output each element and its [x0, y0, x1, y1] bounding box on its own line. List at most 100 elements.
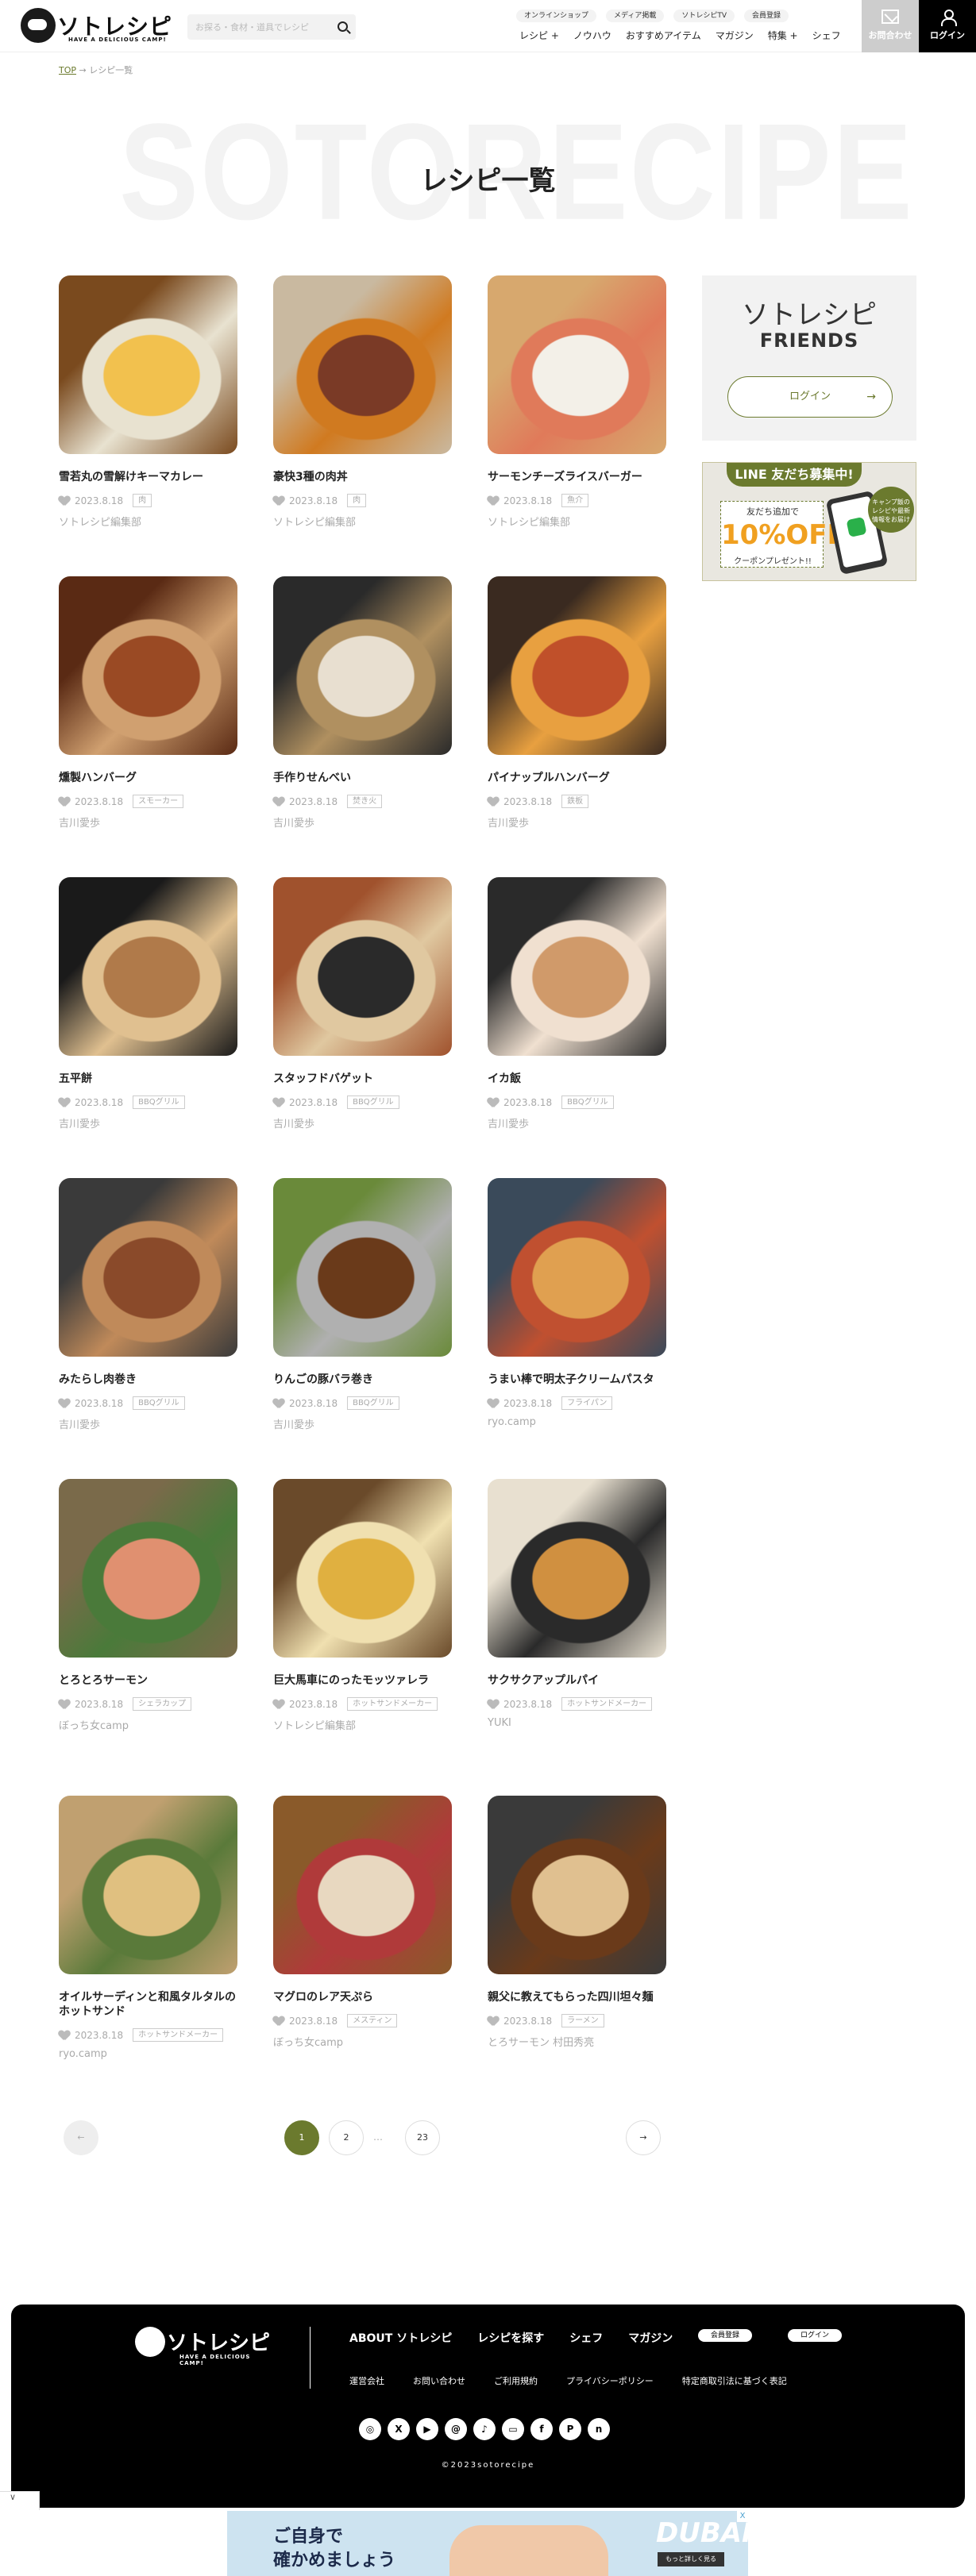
recipe-title[interactable]: パイナップルハンバーグ	[488, 771, 666, 785]
recipe-image[interactable]	[488, 576, 666, 755]
top-link-online-shop[interactable]: オンラインショップ	[516, 10, 597, 22]
recipe-tag[interactable]: BBQグリル	[347, 1095, 399, 1109]
heart-icon[interactable]	[273, 797, 284, 807]
recipe-card[interactable]: 手作りせんべい 2023.8.18 焚き火 吉川愛歩	[273, 576, 452, 830]
recipe-image[interactable]	[488, 275, 666, 454]
pinterest-icon[interactable]: P	[559, 2418, 581, 2440]
heart-icon[interactable]	[273, 1399, 284, 1408]
footer-register-button[interactable]: 会員登録	[698, 2329, 753, 2342]
heart-icon[interactable]	[59, 496, 70, 506]
recipe-title[interactable]: うまい棒で明太子クリームパスタ	[488, 1373, 666, 1387]
recipe-author[interactable]: YUKI	[488, 1717, 666, 1729]
recipe-card[interactable]: 巨大馬車にのったモッツァレラ 2023.8.18 ホットサンドメーカー ソトレシピ編集…	[273, 1479, 452, 1732]
recipe-card[interactable]: パイナップルハンバーグ 2023.8.18 鉄板 吉川愛歩	[488, 576, 666, 830]
recipe-image[interactable]	[273, 1479, 452, 1658]
heart-icon[interactable]	[59, 1098, 70, 1107]
recipe-card[interactable]: スタッフドバゲット 2023.8.18 BBQグリル 吉川愛歩	[273, 877, 452, 1130]
recipe-image[interactable]	[488, 1178, 666, 1357]
recipe-tag[interactable]: フライパン	[561, 1396, 613, 1410]
recipe-title[interactable]: りんごの豚バラ巻き	[273, 1373, 452, 1387]
heart-icon[interactable]	[273, 1700, 284, 1709]
line-banner[interactable]: LINE 友だち募集中! 友だち追加で 10%OFF クーポンプレゼント!! キ…	[702, 462, 916, 581]
search-icon[interactable]	[338, 21, 348, 32]
footer-link-company[interactable]: 運営会社	[349, 2374, 384, 2387]
recipe-author[interactable]: ryo.camp	[488, 1416, 666, 1428]
footer-link-about[interactable]: ABOUT ソトレシピ	[349, 2330, 452, 2346]
footer-logo[interactable]: ソトレシピ HAVE A DELICIOUS CAMP!	[135, 2327, 270, 2366]
recipe-image[interactable]	[273, 1178, 452, 1357]
recipe-title[interactable]: サクサクアップルパイ	[488, 1673, 666, 1688]
footer-link-chef[interactable]: シェフ	[569, 2330, 603, 2346]
top-link-register[interactable]: 会員登録	[744, 10, 789, 22]
recipe-tag[interactable]: 肉	[133, 494, 152, 507]
recipe-author[interactable]: ぼっち女camp	[273, 2034, 452, 2049]
recipe-image[interactable]	[273, 275, 452, 454]
contact-button[interactable]: お問合わせ	[862, 0, 919, 52]
recipe-title[interactable]: スタッフドバゲット	[273, 1072, 452, 1086]
recipe-author[interactable]: ryo.camp	[59, 2048, 237, 2060]
recipe-tag[interactable]: 魚介	[561, 494, 589, 507]
heart-icon[interactable]	[488, 496, 499, 506]
recipe-image[interactable]	[59, 275, 237, 454]
recipe-card[interactable]: みたらし肉巻き 2023.8.18 BBQグリル 吉川愛歩	[59, 1178, 237, 1431]
recipe-card[interactable]: 燻製ハンバーグ 2023.8.18 スモーカー 吉川愛歩	[59, 576, 237, 830]
recipe-card[interactable]: 雪若丸の雪解けキーマカレー 2023.8.18 肉ソトレシピ編集部	[59, 275, 237, 529]
recipe-author[interactable]: ソトレシピ編集部	[59, 514, 237, 529]
heart-icon[interactable]	[59, 1700, 70, 1709]
recipe-title[interactable]: 手作りせんべい	[273, 771, 452, 785]
recipe-tag[interactable]: 焚き火	[347, 795, 383, 808]
youtube-icon[interactable]: ▶	[416, 2418, 438, 2440]
recipe-card[interactable]: イカ飯 2023.8.18 BBQグリル 吉川愛歩	[488, 877, 666, 1130]
site-logo[interactable]: ソトレシピ HAVE A DELICIOUS CAMP!	[21, 8, 179, 44]
recipe-author[interactable]: 吉川愛歩	[488, 814, 666, 830]
next-page-button[interactable]: →	[626, 2120, 661, 2155]
recipe-title[interactable]: マグロのレア天ぷら	[273, 1990, 452, 2004]
line-icon[interactable]: ▭	[502, 2418, 524, 2440]
nav-magazine[interactable]: マガジン	[716, 29, 754, 42]
heart-icon[interactable]	[59, 1399, 70, 1408]
login-button[interactable]: ログイン	[919, 0, 976, 52]
recipe-author[interactable]: ソトレシピ編集部	[488, 514, 666, 529]
recipe-title[interactable]: とろとろサーモン	[59, 1673, 237, 1688]
nav-items[interactable]: おすすめアイテム	[626, 29, 701, 42]
recipe-card[interactable]: 豪快3種の肉丼 2023.8.18 肉ソトレシピ編集部	[273, 275, 452, 529]
recipe-title[interactable]: みたらし肉巻き	[59, 1373, 237, 1387]
footer-link-contact[interactable]: お問い合わせ	[413, 2374, 465, 2387]
recipe-tag[interactable]: BBQグリル	[561, 1095, 614, 1109]
breadcrumb-home[interactable]: TOP	[59, 65, 76, 75]
recipe-author[interactable]: ソトレシピ編集部	[273, 514, 452, 529]
recipe-tag[interactable]: BBQグリル	[133, 1095, 185, 1109]
tiktok-icon[interactable]: ♪	[473, 2418, 496, 2440]
recipe-title[interactable]: 巨大馬車にのったモッツァレラ	[273, 1673, 452, 1688]
nav-knowhow[interactable]: ノウハウ	[573, 29, 611, 42]
recipe-title[interactable]: 五平餅	[59, 1072, 237, 1086]
recipe-title[interactable]: 豪快3種の肉丼	[273, 470, 452, 484]
recipe-author[interactable]: ソトレシピ編集部	[273, 1717, 452, 1732]
heart-icon[interactable]	[273, 2016, 284, 2026]
recipe-tag[interactable]: ホットサンドメーカー	[133, 2028, 224, 2042]
recipe-card[interactable]: オイルサーディンと和風タルタルのホットサンド 2023.8.18 ホットサンドメーカ…	[59, 1796, 237, 2060]
recipe-tag[interactable]: スモーカー	[133, 795, 184, 808]
nav-recipe[interactable]: レシピ +	[519, 29, 559, 42]
recipe-author[interactable]: 吉川愛歩	[273, 1416, 452, 1431]
recipe-title[interactable]: イカ飯	[488, 1072, 666, 1086]
note-icon[interactable]: n	[588, 2418, 610, 2440]
page-2[interactable]: 2	[329, 2120, 364, 2155]
heart-icon[interactable]	[488, 2016, 499, 2026]
footer-login-button[interactable]: ログイン	[788, 2329, 843, 2342]
recipe-image[interactable]	[488, 877, 666, 1056]
recipe-image[interactable]	[59, 1479, 237, 1658]
heart-icon[interactable]	[488, 1399, 499, 1408]
recipe-image[interactable]	[273, 877, 452, 1056]
recipe-card[interactable]: サクサクアップルパイ 2023.8.18 ホットサンドメーカー YUKI	[488, 1479, 666, 1729]
recipe-author[interactable]: 吉川愛歩	[488, 1115, 666, 1130]
recipe-tag[interactable]: BBQグリル	[347, 1396, 399, 1410]
recipe-image[interactable]	[59, 1796, 237, 1974]
recipe-tag[interactable]: シェラカップ	[133, 1697, 192, 1711]
recipe-card[interactable]: とろとろサーモン 2023.8.18 シェラカップ ぼっち女camp	[59, 1479, 237, 1732]
recipe-author[interactable]: 吉川愛歩	[59, 814, 237, 830]
recipe-author[interactable]: ぼっち女camp	[59, 1717, 237, 1732]
nav-feature[interactable]: 特集 +	[768, 29, 798, 42]
recipe-author[interactable]: 吉川愛歩	[273, 814, 452, 830]
recipe-image[interactable]	[59, 877, 237, 1056]
